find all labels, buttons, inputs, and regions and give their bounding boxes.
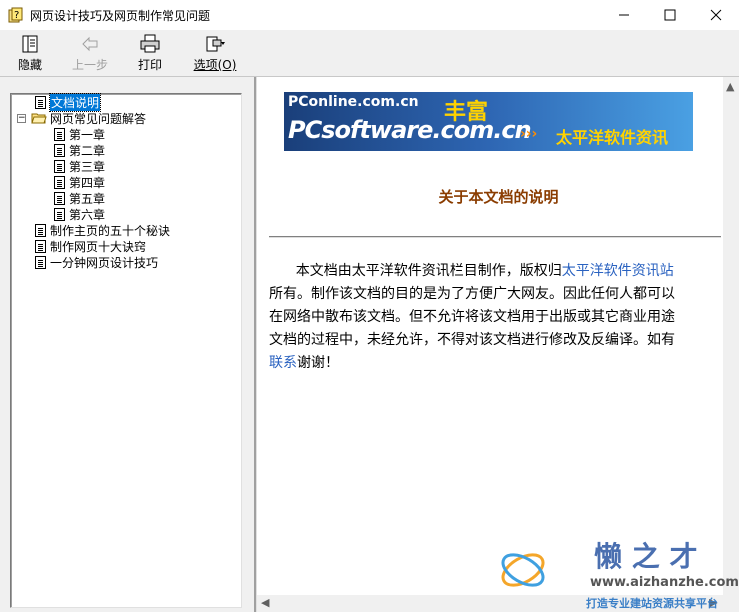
- tree-item-label: 文档说明: [48, 92, 102, 112]
- help-book-icon: ?: [8, 7, 24, 23]
- toolbar: 隐藏 上一步 打印 选项(O): [0, 30, 739, 77]
- back-arrow-icon: [79, 34, 101, 54]
- tree-item-fifty-tips[interactable]: 制作主页的五十个秘诀: [35, 222, 170, 238]
- tree-item-chapter-6[interactable]: 第六章: [54, 206, 105, 222]
- tree-item-one-minute-tips[interactable]: 一分钟网页设计技巧: [35, 254, 158, 270]
- tree-item-ten-tricks[interactable]: 制作网页十大诀窍: [35, 238, 146, 254]
- maximize-button[interactable]: [647, 0, 693, 30]
- tree-item-doc-notes[interactable]: 文档说明: [35, 92, 102, 112]
- document-icon: [35, 239, 46, 253]
- tree-item-label: 第五章: [69, 191, 106, 206]
- document-icon: [35, 223, 46, 237]
- document-icon: [54, 191, 65, 205]
- document-icon: [54, 207, 65, 221]
- banner-line1: PConline.com.cn: [288, 94, 419, 110]
- body-text-4: 文档的过程中，未经允许，不得对该文档进行修改及反编译。如有: [269, 332, 675, 348]
- tree-item-label: 网页常见问题解答: [50, 111, 147, 126]
- tree-item-chapter-4[interactable]: 第四章: [54, 174, 105, 190]
- tree-item-label: 第六章: [69, 207, 106, 222]
- tree-item-label: 第三章: [69, 159, 106, 174]
- watermark-url: www.aizhanzhe.com: [590, 575, 739, 590]
- navigation-pane: 文档说明 − 网页常见问题解答 第一章 第二章 第三章 第四章 第五章 第六章 …: [0, 77, 254, 612]
- scroll-up-icon[interactable]: ▲: [726, 80, 734, 93]
- scroll-left-icon[interactable]: ◀: [261, 596, 269, 609]
- document-icon: [54, 143, 65, 157]
- body-text-3: 在网络中散布该文档。但不允许将该文档用于出版或其它商业用途: [269, 309, 675, 325]
- open-folder-icon: [31, 112, 47, 124]
- options-icon: [204, 34, 226, 54]
- close-button[interactable]: [693, 0, 739, 30]
- tree-item-label: 制作主页的五十个秘诀: [50, 223, 171, 238]
- vertical-scrollbar[interactable]: ▲: [723, 77, 739, 595]
- tree-item-label: 一分钟网页设计技巧: [50, 255, 159, 270]
- document-icon: [54, 175, 65, 189]
- hide-label: 隐藏: [17, 58, 42, 72]
- watermark: 懒 之 才 www.aizhanzhe.com 打造专业建站资源共享平台: [498, 535, 739, 612]
- document-icon: [35, 255, 46, 269]
- print-label: 打印: [137, 58, 162, 72]
- svg-text:?: ?: [14, 10, 19, 21]
- watermark-slogan: 打造专业建站资源共享平台: [586, 597, 718, 610]
- tree-item-chapter-5[interactable]: 第五章: [54, 190, 105, 206]
- hide-button[interactable]: 隐藏: [0, 30, 60, 76]
- window-title: 网页设计技巧及网页制作常见问题: [30, 8, 211, 23]
- back-button[interactable]: 上一步: [60, 30, 120, 76]
- watermark-brand: 懒 之 才: [594, 540, 698, 573]
- banner-arrows: ›››: [520, 126, 538, 142]
- close-icon: [710, 9, 722, 21]
- banner-line2: PCsoftware.com.cn: [288, 116, 532, 144]
- body-text-2: 所有。制作该文档的目的是为了方便广大网友。因此任何人都可以: [269, 286, 675, 302]
- document-body: 本文档由太平洋软件资讯栏目制作，版权归太平洋软件资讯站 所有。制作该文档的目的是…: [269, 260, 724, 375]
- tree-item-label: 第二章: [69, 143, 106, 158]
- document-icon: [54, 159, 65, 173]
- watermark-logo-icon: [501, 553, 545, 587]
- back-label: 上一步: [71, 58, 108, 72]
- collapse-icon[interactable]: −: [17, 113, 26, 123]
- title-bar: ? 网页设计技巧及网页制作常见问题: [0, 0, 739, 30]
- minimize-icon: [619, 14, 629, 16]
- divider: [269, 236, 721, 238]
- options-button[interactable]: 选项(O): [180, 30, 250, 76]
- document-icon: [35, 95, 46, 109]
- document-title: 关于本文档的说明: [438, 188, 559, 206]
- tree-item-faq[interactable]: − 网页常见问题解答: [17, 110, 146, 126]
- body-text-1: 本文档由太平洋软件资讯栏目制作，版权归: [269, 263, 562, 279]
- tree-item-chapter-3[interactable]: 第三章: [54, 158, 105, 174]
- tree-item-chapter-1[interactable]: 第一章: [54, 126, 105, 142]
- pconline-banner[interactable]: PConline.com.cn PCsoftware.com.cn 丰富 ›››…: [284, 92, 693, 151]
- contents-tree[interactable]: 文档说明 − 网页常见问题解答 第一章 第二章 第三章 第四章 第五章 第六章 …: [10, 92, 242, 608]
- content-pane: PConline.com.cn PCsoftware.com.cn 丰富 ›››…: [256, 77, 739, 612]
- banner-feng: 丰富: [444, 100, 489, 125]
- maximize-icon: [664, 9, 676, 21]
- printer-icon: [139, 34, 161, 54]
- tree-item-chapter-2[interactable]: 第二章: [54, 142, 105, 158]
- pconline-link[interactable]: 太平洋软件资讯站: [562, 263, 674, 279]
- tree-item-label: 第一章: [69, 127, 106, 142]
- body-text-5: 谢谢！: [297, 355, 339, 371]
- tree-item-label: 制作网页十大诀窍: [50, 239, 147, 254]
- contact-link[interactable]: 联系: [269, 355, 297, 371]
- print-button[interactable]: 打印: [120, 30, 180, 76]
- options-label: 选项(O): [193, 58, 237, 72]
- tree-item-label: 第四章: [69, 175, 106, 190]
- hide-pane-icon: [19, 34, 41, 54]
- document-icon: [54, 127, 65, 141]
- minimize-button[interactable]: [601, 0, 647, 30]
- banner-slogan: 太平洋软件资讯: [556, 128, 669, 147]
